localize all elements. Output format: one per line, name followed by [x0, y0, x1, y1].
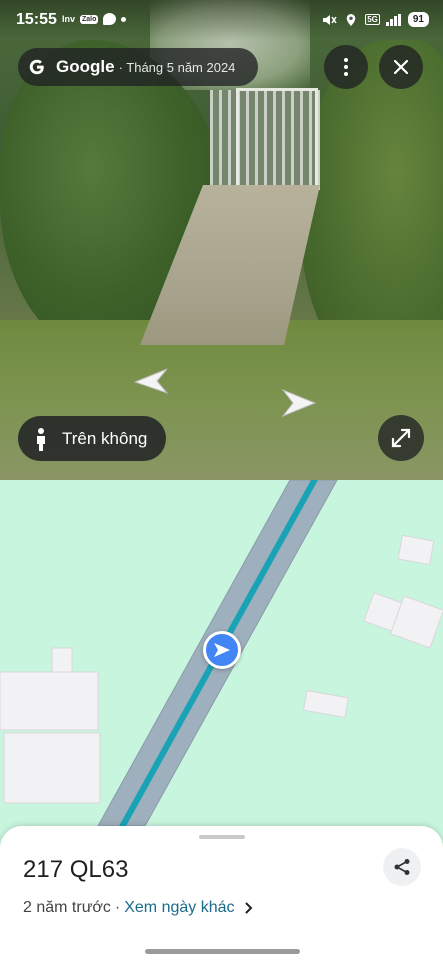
location-pin-icon: [346, 13, 356, 26]
more-vert-icon: [344, 58, 348, 76]
status-time: 15:55: [16, 11, 57, 28]
capture-meta: 2 năm trước · Xem ngày khác: [23, 899, 253, 917]
provider-label: Google: [56, 57, 115, 76]
building: [303, 689, 349, 719]
aerial-view-button[interactable]: Trên không: [18, 416, 166, 461]
message-icon: [103, 13, 117, 25]
expand-icon: [391, 428, 411, 448]
mute-icon: [323, 14, 337, 25]
system-icons: 5G 91: [321, 12, 429, 27]
see-other-dates-link[interactable]: Xem ngày khác: [124, 899, 234, 917]
gate-frame: [236, 88, 318, 192]
close-icon: [394, 60, 408, 74]
building: [397, 534, 435, 566]
navigate-forward-arrow-icon[interactable]: [281, 388, 317, 418]
inv-app-icon: Inv: [62, 14, 76, 24]
street-view-info-pill[interactable]: Google · Tháng 5 năm 2024: [18, 48, 258, 86]
navigate-back-arrow-icon[interactable]: [133, 367, 171, 395]
battery-level: 91: [407, 12, 429, 27]
capture-age: 2 năm trước: [23, 899, 111, 916]
building: [3, 732, 101, 804]
status-bar: 15:55 Inv Zalo 5G 91: [0, 0, 443, 40]
capture-date: · Tháng 5 năm 2024: [118, 59, 236, 75]
current-location-marker: [203, 631, 241, 669]
notification-icons: Inv Zalo: [62, 13, 127, 25]
building: [0, 671, 99, 731]
network-type: 5G: [365, 14, 380, 25]
navigation-arrow-icon: [214, 643, 230, 657]
share-button[interactable]: [383, 848, 421, 886]
expand-button[interactable]: [378, 415, 424, 461]
zalo-app-icon: Zalo: [80, 14, 99, 24]
google-g-icon: [29, 59, 44, 75]
home-indicator[interactable]: [145, 949, 300, 954]
share-icon: [394, 859, 410, 875]
dot-icon: [121, 16, 127, 22]
drag-handle[interactable]: [199, 835, 245, 839]
person-icon: [37, 427, 45, 451]
aerial-label: Trên không: [62, 428, 148, 448]
meta-separator: ·: [114, 899, 121, 916]
place-sheet[interactable]: 217 QL63 2 năm trước · Xem ngày khác: [0, 826, 443, 960]
close-button[interactable]: [379, 45, 423, 89]
more-options-button[interactable]: [324, 45, 368, 89]
signal-icon: [385, 13, 401, 26]
chevron-right-icon[interactable]: [245, 902, 253, 914]
place-title: 217 QL63: [23, 856, 129, 883]
